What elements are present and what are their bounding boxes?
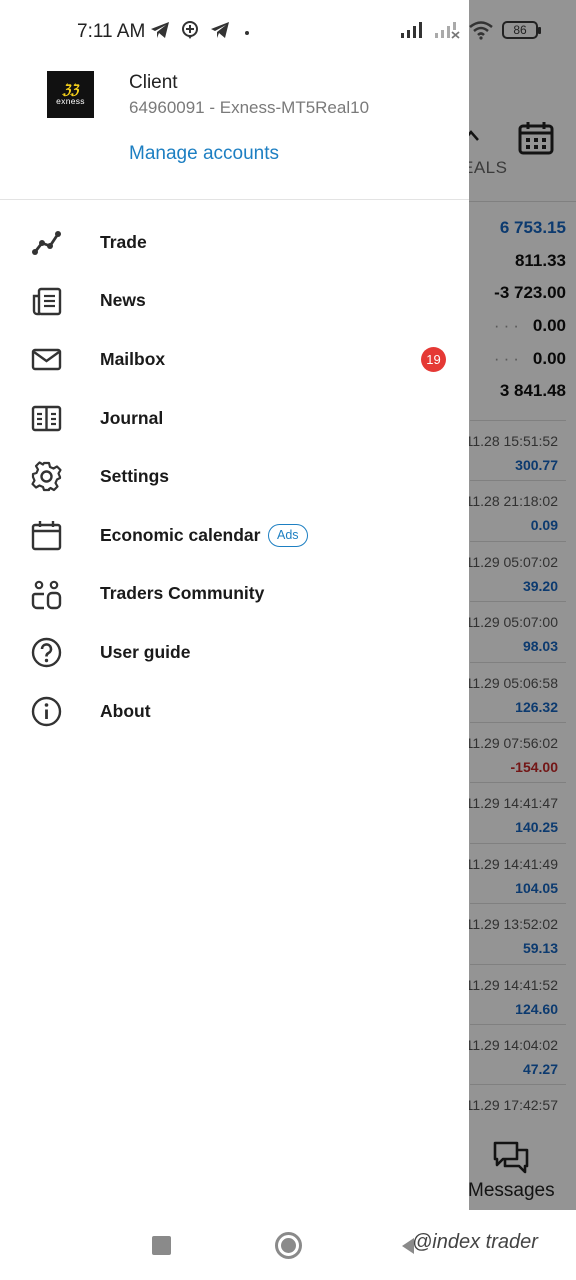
watermark-text: @index trader	[412, 1231, 538, 1253]
battery-icon: 86	[502, 21, 541, 39]
menu-item-economic-calendar[interactable]: Economic calendar Ads	[0, 506, 469, 565]
menu-item-trade[interactable]: Trade	[0, 213, 469, 272]
menu-label: Traders Community	[100, 583, 265, 604]
wifi-icon	[469, 21, 493, 40]
mail-icon	[31, 348, 62, 371]
journal-icon	[31, 405, 62, 431]
exness-logo: ℨℨ exness	[47, 71, 94, 118]
status-time: 7:11 AM	[77, 21, 146, 42]
menu-label: News	[100, 290, 146, 311]
menu-label: User guide	[100, 641, 191, 662]
menu-item-news[interactable]: News	[0, 272, 469, 331]
navigation-drawer: ℨℨ exness Client 64960091 - Exness-MT5Re…	[0, 0, 469, 1210]
manage-accounts-link[interactable]: Manage accounts	[129, 143, 279, 165]
account-name: Client	[129, 72, 178, 93]
ads-tag: Ads	[268, 523, 308, 547]
menu-item-user-guide[interactable]: User guide	[0, 623, 469, 682]
info-icon	[31, 696, 62, 726]
account-number: 64960091 - Exness-MT5Real10	[129, 98, 370, 117]
menu-item-about[interactable]: About	[0, 682, 469, 741]
calendar-icon	[31, 520, 62, 551]
menu-item-traders-community[interactable]: Traders Community	[0, 565, 469, 624]
signal-icon	[401, 22, 422, 38]
menu-label: Journal	[100, 407, 164, 428]
telegram-icon	[211, 22, 229, 38]
status-bar: 7:11 AM 86	[0, 0, 576, 52]
menu-item-settings[interactable]: Settings	[0, 447, 469, 506]
news-icon	[32, 287, 62, 315]
menu-item-journal[interactable]: Journal	[0, 389, 469, 448]
menu-label: Mailbox	[100, 348, 166, 369]
telegram-icon	[151, 22, 169, 38]
gear-icon	[31, 461, 62, 492]
system-navigation-bar: @index trader	[0, 1210, 576, 1280]
home-button[interactable]	[275, 1232, 302, 1259]
recents-button[interactable]	[152, 1236, 171, 1255]
community-icon	[31, 580, 62, 609]
notification-icons	[150, 20, 254, 40]
drawer-account-header[interactable]: ℨℨ exness Client 64960091 - Exness-MT5Re…	[0, 52, 469, 200]
trade-chart-icon	[32, 231, 61, 255]
location-icon	[182, 21, 198, 39]
menu-item-mailbox[interactable]: Mailbox 19	[0, 330, 469, 389]
system-icons: 86	[400, 20, 541, 40]
logo-mark: ℨℨ	[62, 81, 79, 97]
dot-icon	[245, 31, 249, 35]
help-icon	[31, 637, 62, 668]
signal-off-icon	[435, 22, 460, 39]
menu-label: About	[100, 700, 151, 721]
logo-text: exness	[56, 95, 85, 106]
unread-count-badge: 19	[421, 347, 446, 373]
menu-label: Settings	[100, 466, 170, 487]
menu-label: Trade	[100, 231, 147, 252]
drawer-menu: Trade News Mailbox 19 Journal Settings E…	[0, 213, 469, 740]
menu-label: Economic calendar	[100, 524, 261, 545]
